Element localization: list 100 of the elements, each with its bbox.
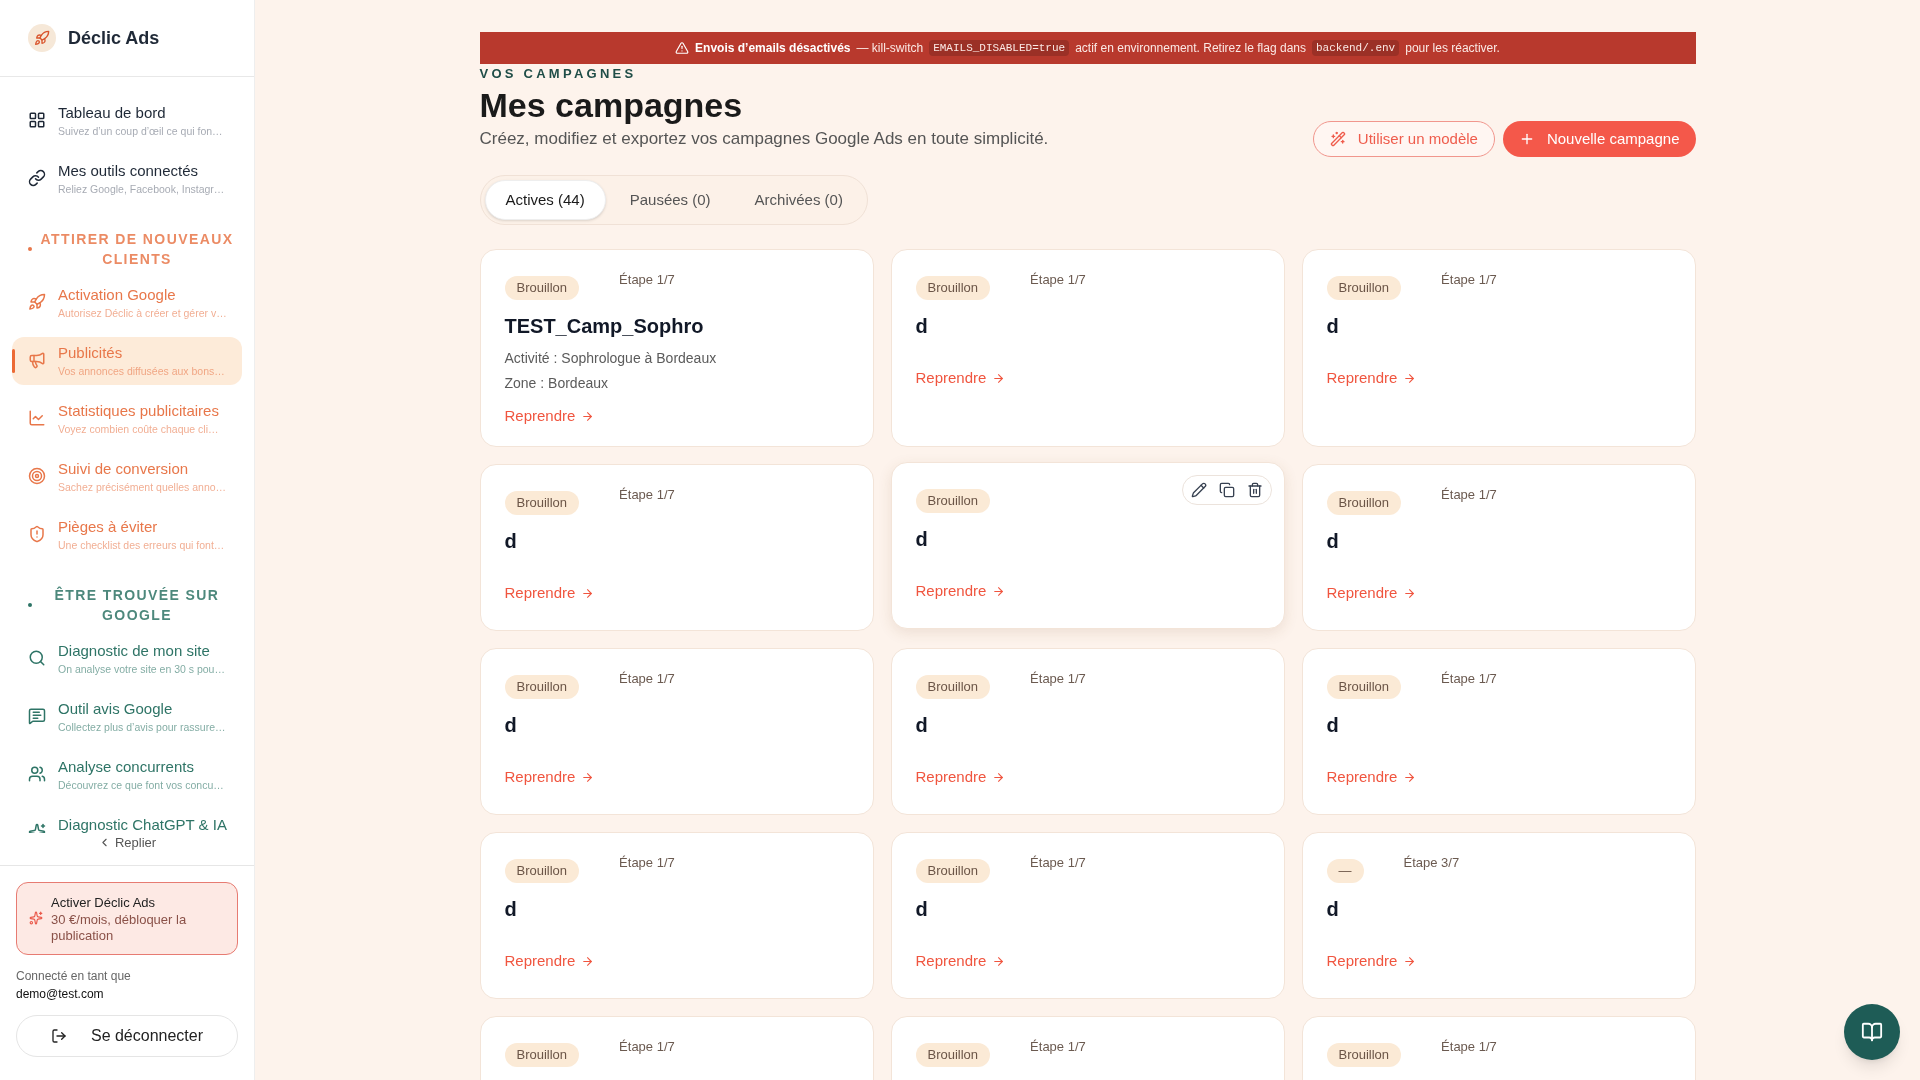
campaign-card[interactable]: Brouillon Étape 1/7 d Reprendre (890, 832, 1285, 999)
campaign-detail: Activité : Sophrologue à Bordeaux (504, 349, 718, 368)
arrow-right-icon (1403, 371, 1417, 385)
nav-description: Autorisez Déclic à créer et gérer v… (58, 306, 227, 321)
status-badge: — (1326, 859, 1364, 883)
delete-icon[interactable] (1246, 482, 1263, 498)
nav-title: Publicités (58, 343, 124, 363)
campaign-card[interactable]: Brouillon Étape 1/7 d Reprendre (1301, 648, 1696, 815)
nav-item[interactable]: Analyse concurrents Découvrez ce que font vos concu… (12, 751, 242, 799)
step-label: Étape 1/7 (1441, 486, 1497, 504)
campaign-title: d (504, 897, 518, 922)
status-badge: Brouillon (1326, 1043, 1402, 1067)
campaign-card[interactable]: Brouillon Étape 1/7 (1301, 1016, 1696, 1080)
nav-description: Collectez plus d’avis pour rassure… (58, 720, 226, 735)
section-heading: ÊTRE TROUVÉE SUR GOOGLE (53, 585, 221, 625)
arrow-right-icon (581, 586, 595, 600)
campaign-card[interactable]: Brouillon Étape 1/7 (479, 1016, 874, 1080)
nav-title: Mes outils connectés (58, 161, 200, 181)
campaign-title: d (915, 527, 929, 552)
page-subtitle: Créez, modifiez et exportez vos campagnes Google Ads en toute simplicité. (479, 127, 1049, 150)
campaign-card[interactable]: Brouillon Étape 1/7 d Reprendre (1301, 464, 1696, 631)
nav-title: Suivi de conversion (58, 459, 190, 479)
page-title: Mes campagnes (479, 84, 744, 126)
warning-icon (675, 41, 690, 55)
nav-item[interactable]: Diagnostic de mon site On analyse votre site en 30 s pou… (12, 635, 242, 683)
promo-title: Activer Déclic Ads (51, 893, 157, 912)
nav-title: Analyse concurrents (58, 757, 195, 777)
campaign-card[interactable]: — Étape 3/7 d Reprendre (1301, 832, 1696, 999)
campaign-card[interactable]: Brouillon Étape 1/7 d Reprendre (890, 648, 1285, 815)
tab[interactable]: Archivées (0) (734, 180, 863, 220)
nav-description: On analyse votre site en 30 s pou… (58, 662, 225, 677)
nav-description: Reliez Google, Facebook, Instagr… (58, 182, 225, 197)
campaign-title: d (1326, 897, 1340, 922)
step-label: Étape 1/7 (619, 271, 675, 289)
status-badge: Brouillon (1326, 491, 1402, 515)
copy-icon[interactable] (1218, 482, 1235, 498)
wand-icon (1329, 131, 1346, 147)
nav-item[interactable]: Tableau de bord Suivez d’un coup d’œil ce qui fon… (12, 97, 242, 145)
status-badge: Brouillon (504, 859, 580, 883)
campaign-title: d (915, 897, 929, 922)
campaign-title: d (915, 314, 929, 339)
grid-icon (28, 111, 46, 129)
campaign-card[interactable]: Brouillon Étape 1/7 d Reprendre (890, 249, 1285, 447)
nav-title: Outil avis Google (58, 699, 174, 719)
status-badge: Brouillon (915, 276, 991, 300)
arrow-right-icon (992, 954, 1006, 968)
tab[interactable]: Pausées (0) (609, 180, 731, 220)
arrow-right-icon (992, 584, 1006, 598)
collapse-button[interactable]: Replier (0, 833, 254, 865)
nav-item[interactable]: Diagnostic ChatGPT & IA (12, 809, 242, 833)
campaign-detail: Zone : Bordeaux (504, 374, 609, 393)
nav-title: Statistiques publicitaires (58, 401, 219, 421)
nav-title: Diagnostic de mon site (58, 641, 211, 661)
code-snippet: EMAILS_DISABLED=true (929, 39, 1070, 57)
megaphone-icon (28, 351, 46, 369)
sparkles-icon (29, 911, 43, 926)
arrow-right-icon (1403, 586, 1417, 600)
campaign-card[interactable]: Brouillon Étape 1/7 d Reprendre (479, 832, 874, 999)
chat-icon (28, 707, 46, 725)
nav-description: Une checklist des erreurs qui font… (58, 538, 225, 553)
book-button[interactable] (1844, 1004, 1900, 1060)
campaign-card[interactable]: Brouillon Étape 1/7 (890, 1016, 1285, 1080)
promo-card[interactable]: Activer Déclic Ads 30 €/mois, débloquer la publication (16, 881, 238, 955)
logout-icon (50, 1028, 67, 1044)
edit-icon[interactable] (1190, 482, 1207, 498)
arrow-right-icon (581, 770, 595, 784)
promo-text: 30 €/mois, débloquer la publication (51, 912, 188, 944)
campaign-card[interactable]: Brouillon Étape 1/7 d Reprendre (1301, 249, 1696, 447)
step-label: Étape 1/7 (1030, 854, 1086, 872)
step-label: Étape 1/7 (1441, 271, 1497, 289)
status-badge: Brouillon (915, 675, 991, 699)
nav-description: Vos annonces diffusées aux bons… (58, 364, 225, 379)
status-badge: Brouillon (1326, 675, 1402, 699)
line-chart-icon (28, 409, 46, 427)
code-snippet: backend/.env (1312, 39, 1400, 57)
step-label: Étape 1/7 (1441, 670, 1497, 688)
nav-description: Découvrez ce que font vos concu… (58, 778, 224, 793)
account-label: Connecté en tant que (16, 968, 132, 985)
campaign-title: d (1326, 314, 1340, 339)
step-label: Étape 3/7 (1403, 854, 1460, 872)
nav-description: Voyez combien coûte chaque cli… (58, 422, 219, 437)
rocket-logo-icon (28, 24, 56, 52)
campaign-card[interactable]: Brouillon d Reprendre (890, 462, 1285, 629)
campaign-card[interactable]: Brouillon Étape 1/7 d Reprendre (479, 648, 874, 815)
campaign-card[interactable]: Brouillon Étape 1/7 d Reprendre (479, 464, 874, 631)
nav-item[interactable]: Outil avis Google Collectez plus d’avis pour rassure… (12, 693, 242, 741)
search-icon (28, 649, 46, 667)
campaign-title: d (915, 713, 929, 738)
step-label: Étape 1/7 (1030, 670, 1086, 688)
campaign-title: d (1326, 529, 1340, 554)
status-badge: Brouillon (1326, 276, 1402, 300)
nav-item[interactable]: Mes outils connectés Reliez Google, Facebook, Instagr… (12, 155, 242, 203)
arrow-right-icon (992, 770, 1006, 784)
link-icon (28, 169, 46, 187)
banner-title: Envois d’emails désactivés (695, 40, 851, 57)
step-label: Étape 1/7 (1030, 1038, 1086, 1056)
campaign-card[interactable]: Brouillon Étape 1/7 TEST_Camp_Sophro Activité : Sophrologue à Bordeaux Zone : Bordeaux Reprendre (479, 249, 874, 447)
tab[interactable]: Actives (44) (484, 180, 606, 220)
banner-text: — kill-switch (856, 40, 924, 57)
target-icon (28, 467, 46, 485)
